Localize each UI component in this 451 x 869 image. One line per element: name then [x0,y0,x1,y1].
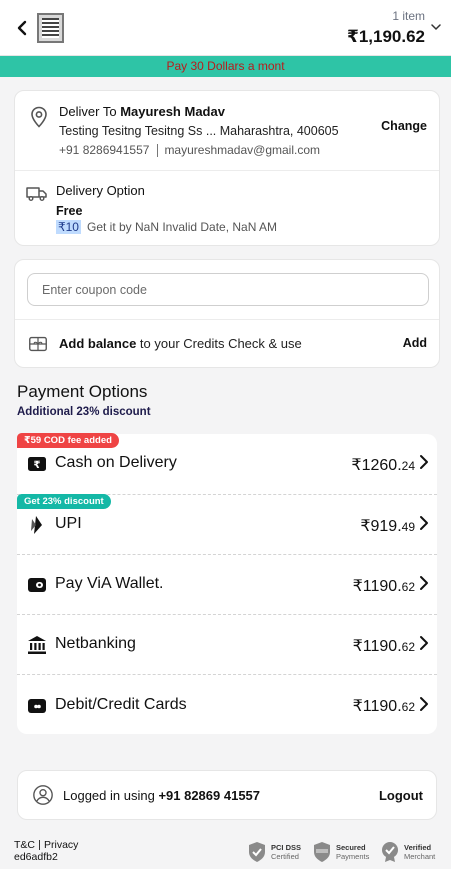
delivery-truck-icon [25,181,49,205]
item-count: 1 item [392,9,425,23]
payment-method-price: ₹1190.62 [352,638,415,655]
upi-discount-badge: Get 23% discount [17,494,111,509]
payment-options-title: Payment Options [17,382,148,401]
coupon-card: Add balance to your Credits Check & use … [14,259,440,368]
svg-text:₹: ₹ [34,460,41,471]
payment-method-label: Debit/Credit Cards [55,696,187,713]
verified-merchant-icon [380,841,400,863]
payment-method-price: ₹1190.62 [352,698,415,715]
delivery-price-tag: ₹10 [56,220,81,234]
payment-method-label: Pay ViA Wallet. [55,575,164,592]
delivery-option-title: Delivery Option [56,183,145,198]
chevron-right-icon [419,696,429,715]
deliver-to: Deliver To Mayuresh Madav [59,104,225,119]
trust-line1: Secured [336,843,366,852]
location-pin-icon [27,105,51,129]
logged-in-text: Logged in using +91 82869 41557 [63,788,260,803]
address-card: Deliver To Mayuresh Madav Testing Tesitn… [14,90,440,246]
terms-link[interactable]: T&C [14,839,35,851]
deliver-to-prefix: Deliver To [59,104,117,119]
card-icon [27,696,47,716]
cash-icon: ₹ [27,454,47,474]
pci-shield-icon [247,841,267,863]
chevron-down-icon[interactable] [431,22,441,32]
trust-line2: Merchant [404,852,436,861]
logged-in-prefix: Logged in using [63,788,155,803]
chevron-right-icon [419,575,429,594]
delivery-type: Free [56,204,83,218]
trust-line2: Payments [336,852,370,861]
bank-icon [27,635,47,655]
checkout-header: 1 item ₹1,190.62 [0,0,451,56]
payment-method-cod[interactable]: ₹59 COD fee added ₹ Cash on Delivery ₹12… [17,433,437,494]
gift-card-icon [27,333,49,355]
payment-method-price: ₹919.49 [360,518,415,535]
logout-button[interactable]: Logout [379,788,423,803]
payment-discount-subtitle: Additional 23% discount [17,406,151,418]
contact-info: +91 8286941557 mayureshmadav@gmail.com [59,143,321,158]
trust-line2: Certified [271,852,299,861]
payment-method-upi[interactable]: Get 23% discount UPI ₹919.49 [17,494,437,554]
login-card: Logged in using +91 82869 41557 Logout [17,770,437,820]
delivery-eta: ₹10 Get it by NaN Invalid Date, NaN AM [56,220,277,234]
payment-method-label: Netbanking [55,635,136,652]
footer-links: T&C Privacy ed6adfb2 [14,839,78,863]
payment-method-label: Cash on Delivery [55,454,177,471]
payment-method-netbanking[interactable]: Netbanking ₹1190.62 [17,614,437,674]
add-balance-rest: to your Credits Check & use [139,336,302,351]
wallet-icon [27,575,47,595]
build-id: ed6adfb2 [14,851,58,863]
chevron-right-icon [419,515,429,534]
add-balance-button[interactable]: Add [403,336,427,350]
promo-banner: Pay 30 Dollars a mont [0,56,451,77]
delivery-eta-text: Get it by NaN Invalid Date, NaN AM [86,220,278,234]
payment-methods-list: ₹59 COD fee added ₹ Cash on Delivery ₹12… [17,433,437,734]
product-thumbnail [37,13,64,43]
trust-line1: PCI DSS [271,843,302,852]
chevron-right-icon [419,454,429,473]
divider [15,170,439,171]
chevron-right-icon [419,635,429,654]
back-arrow-icon[interactable] [14,17,30,39]
cod-fee-badge: ₹59 COD fee added [17,433,119,448]
payment-method-label: UPI [55,515,82,532]
secure-badge-icon [312,841,332,863]
add-balance-bold: Add balance [59,336,137,351]
user-icon [32,784,54,806]
contact-phone: +91 8286941557 [59,143,150,157]
logged-in-phone: +91 82869 41557 [158,788,261,803]
address-line: Testing Tesitng Tesitng Ss ... Maharasht… [59,124,339,138]
privacy-link[interactable]: Privacy [44,839,78,851]
payment-method-price: ₹1190.62 [352,578,415,595]
upi-icon [27,515,47,535]
trust-line1: Verified [404,843,432,852]
recipient-name: Mayuresh Madav [120,104,225,119]
contact-email: mayureshmadav@gmail.com [164,143,321,157]
coupon-input[interactable] [27,273,429,306]
add-balance-text: Add balance to your Credits Check & use [59,336,302,351]
payment-method-price: ₹1260.24 [351,457,415,474]
payment-method-cards[interactable]: Debit/Credit Cards ₹1190.62 [17,674,437,734]
payment-method-wallet[interactable]: Pay ViA Wallet. ₹1190.62 [17,554,437,614]
change-address-button[interactable]: Change [381,119,427,133]
divider [15,319,439,320]
order-total: ₹1,190.62 [346,27,425,46]
